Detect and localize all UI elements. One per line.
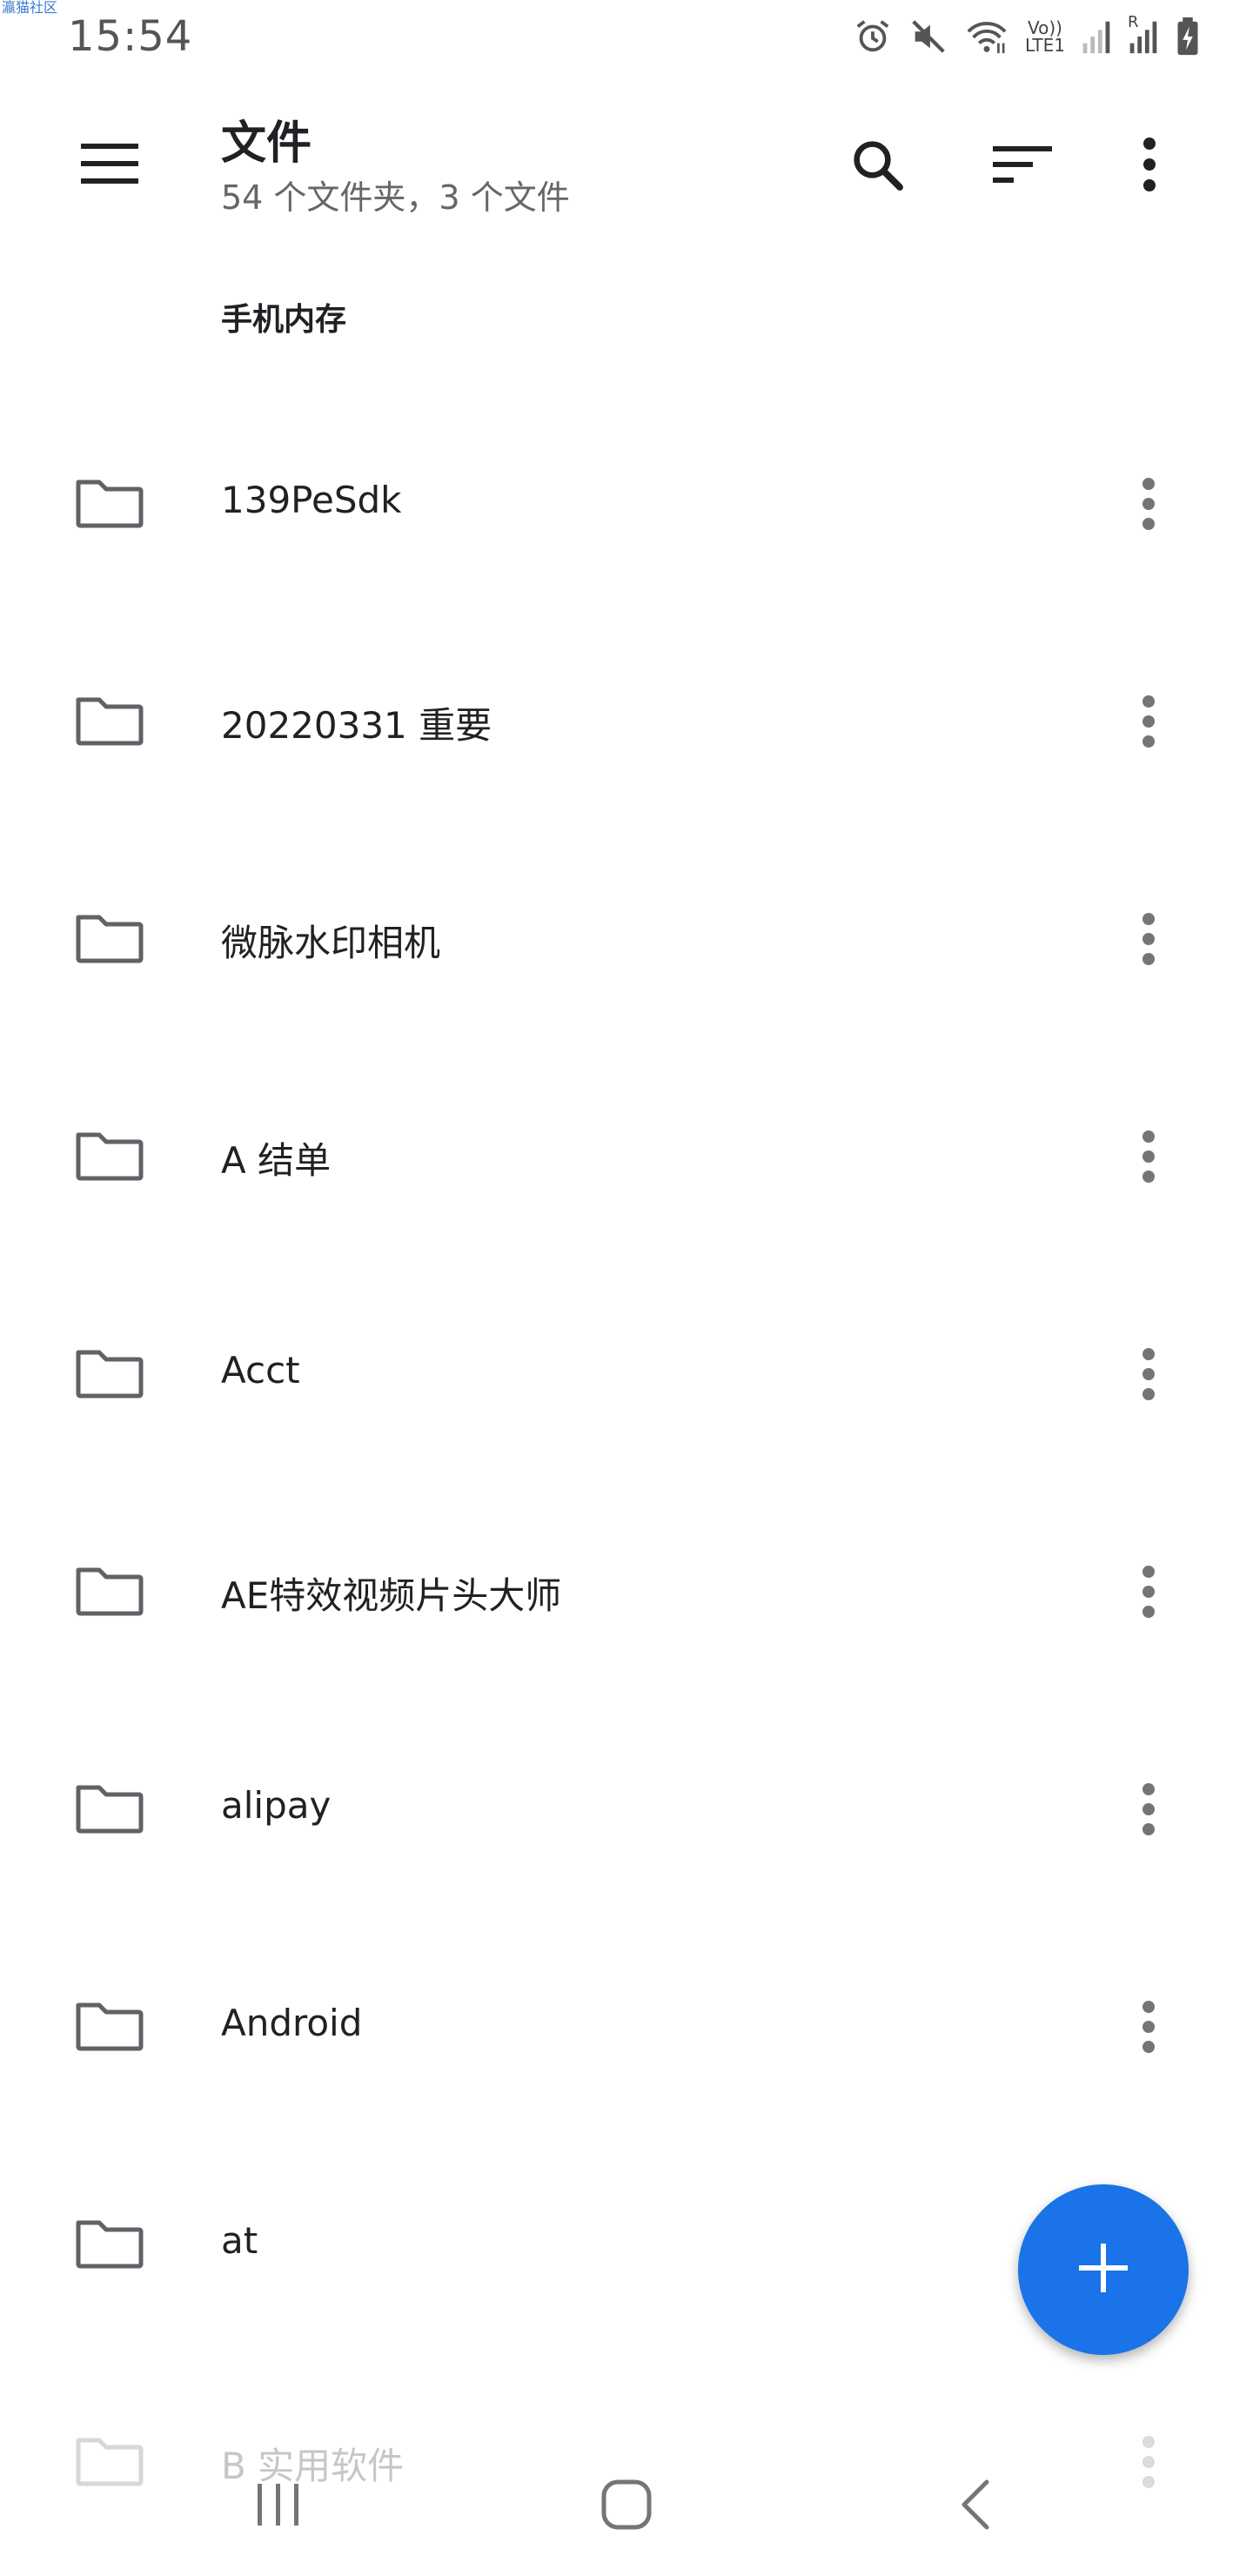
folder-row[interactable]: 139PeSdk xyxy=(0,390,1253,607)
folder-icon xyxy=(75,1782,144,1835)
search-button[interactable] xyxy=(838,127,916,205)
recents-button[interactable] xyxy=(226,2463,331,2550)
folder-more-button[interactable] xyxy=(1122,1553,1175,1631)
folder-icon xyxy=(75,1347,144,1399)
recents-icon xyxy=(254,2482,303,2531)
folder-row[interactable]: Acct xyxy=(0,1260,1253,1478)
menu-icon xyxy=(81,142,138,189)
back-icon xyxy=(957,2479,992,2534)
more-vert-icon xyxy=(1142,1130,1155,1183)
system-nav-bar xyxy=(0,2437,1253,2576)
status-icons: Vo)) LTE1 R xyxy=(853,13,1201,59)
add-button[interactable] xyxy=(1018,2184,1189,2355)
folder-name: 微脉水印相机 xyxy=(221,922,441,964)
more-vert-icon xyxy=(1142,695,1155,748)
folder-more-button[interactable] xyxy=(1122,1335,1175,1413)
folder-icon xyxy=(75,2217,144,2270)
volte-icon: Vo)) LTE1 xyxy=(1025,19,1065,54)
more-vert-icon xyxy=(1141,137,1158,196)
back-button[interactable] xyxy=(922,2463,1027,2550)
sort-button[interactable] xyxy=(983,127,1062,205)
sort-icon xyxy=(993,144,1052,188)
section-header: 手机内存 xyxy=(221,302,347,338)
folder-more-button[interactable] xyxy=(1122,465,1175,543)
folder-name: AE特效视频片头大师 xyxy=(221,1574,562,1617)
signal-icon xyxy=(1081,17,1112,57)
page-subtitle: 54 个文件夹，3 个文件 xyxy=(221,178,570,217)
folder-row[interactable]: AE特效视频片头大师 xyxy=(0,1478,1253,1695)
roaming-label: R xyxy=(1128,13,1139,31)
folder-icon xyxy=(75,2000,144,2052)
more-vert-icon xyxy=(1142,1783,1155,1835)
folder-more-button[interactable] xyxy=(1122,1988,1175,2066)
more-vert-icon xyxy=(1142,1348,1155,1400)
app-bar: 文件 54 个文件夹，3 个文件 xyxy=(0,87,1253,235)
folder-icon xyxy=(75,1130,144,1182)
folder-icon xyxy=(75,1565,144,1617)
home-button[interactable] xyxy=(574,2463,679,2550)
more-options-button[interactable] xyxy=(1110,127,1189,205)
folder-row[interactable]: alipay xyxy=(0,1695,1253,1913)
plus-icon xyxy=(1079,2244,1128,2296)
folder-more-button[interactable] xyxy=(1122,1117,1175,1196)
folder-name: 139PeSdk xyxy=(221,479,402,521)
signal-roaming-icon: R xyxy=(1128,13,1159,57)
folder-icon xyxy=(75,477,144,529)
folder-row[interactable]: Android xyxy=(0,1913,1253,2130)
folder-name: at xyxy=(221,2219,258,2262)
lte-label: LTE1 xyxy=(1025,35,1065,56)
volte-label: Vo)) xyxy=(1028,17,1062,38)
folder-name: A 结单 xyxy=(221,1139,332,1182)
status-bar: 15:54 Vo)) LTE1 R xyxy=(0,0,1253,73)
more-vert-icon xyxy=(1142,1566,1155,1618)
folder-name: Acct xyxy=(221,1349,300,1392)
folder-name: alipay xyxy=(221,1784,332,1827)
page-title: 文件 xyxy=(221,117,312,170)
folder-row[interactable]: A 结单 xyxy=(0,1043,1253,1260)
more-vert-icon xyxy=(1142,2001,1155,2053)
folder-icon xyxy=(75,912,144,964)
folder-more-button[interactable] xyxy=(1122,1770,1175,1848)
folder-more-button[interactable] xyxy=(1122,900,1175,978)
folder-row[interactable]: 微脉水印相机 xyxy=(0,825,1253,1043)
menu-button[interactable] xyxy=(75,131,144,200)
mute-icon xyxy=(908,17,948,57)
folder-row[interactable]: 20220331 重要 xyxy=(0,607,1253,825)
home-icon xyxy=(600,2479,653,2534)
wifi-icon xyxy=(964,17,1009,57)
status-time: 15:54 xyxy=(68,12,193,61)
alarm-icon xyxy=(853,17,893,57)
folder-name: 20220331 重要 xyxy=(221,704,492,747)
folder-more-button[interactable] xyxy=(1122,682,1175,761)
folder-name: Android xyxy=(221,2002,363,2044)
more-vert-icon xyxy=(1142,913,1155,965)
search-icon xyxy=(848,136,906,197)
battery-charging-icon xyxy=(1175,17,1201,57)
folder-icon xyxy=(75,694,144,747)
more-vert-icon xyxy=(1142,478,1155,530)
